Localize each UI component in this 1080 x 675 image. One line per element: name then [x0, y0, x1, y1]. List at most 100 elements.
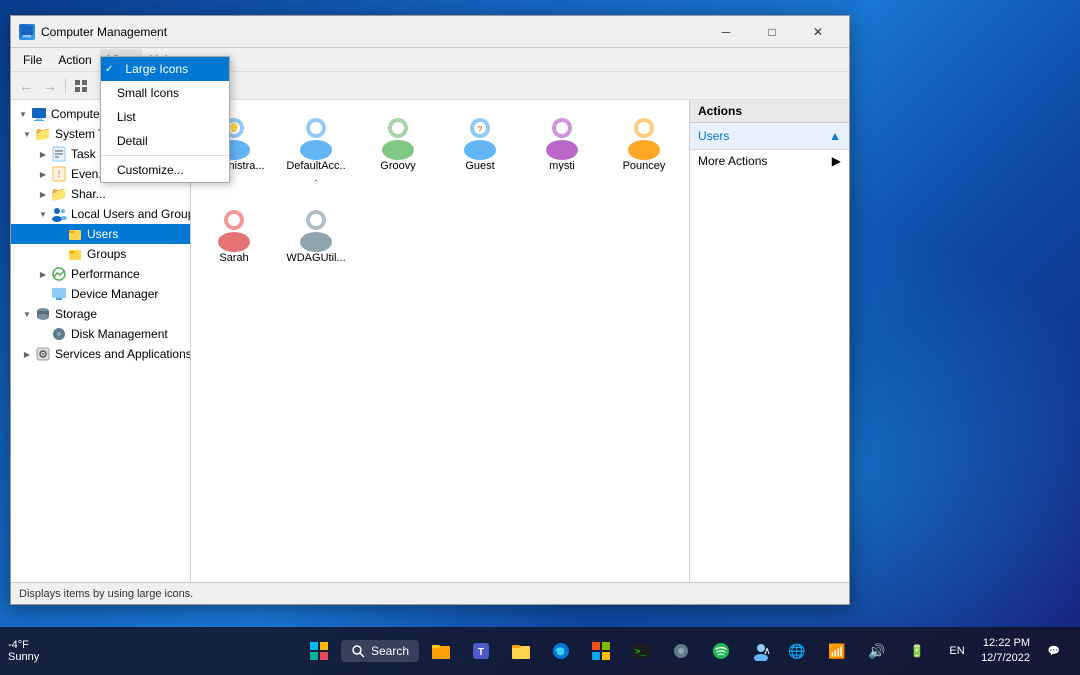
- sidebar-label-services-apps: Services and Applications: [55, 347, 191, 361]
- user-label-wdagutil: WDAGUtil...: [286, 252, 345, 264]
- expand-icon: ▼: [35, 206, 51, 222]
- large-icons-label: Large Icons: [125, 62, 188, 76]
- user-item-pouncey[interactable]: Pouncey: [609, 108, 679, 188]
- expand-icon: ▶: [35, 266, 51, 282]
- status-text: Displays items by using large icons.: [19, 588, 193, 600]
- sidebar-label-performance: Performance: [71, 267, 140, 281]
- services-icon: [35, 346, 51, 362]
- window-icon: [19, 24, 35, 40]
- performance-icon: [51, 266, 67, 282]
- expand-icon: ▼: [15, 106, 31, 122]
- list-label: List: [117, 110, 136, 124]
- settings-button[interactable]: [663, 633, 699, 669]
- user-item-mysti[interactable]: mysti: [527, 108, 597, 188]
- groups-folder-icon: [67, 246, 83, 262]
- user-item-defaultacc[interactable]: DefaultAcc...: [281, 108, 351, 188]
- clock-time: 12:22 PM: [981, 636, 1030, 651]
- user-label-pouncey: Pouncey: [623, 160, 666, 172]
- start-button[interactable]: [301, 633, 337, 669]
- weather-condition: Sunny: [8, 651, 39, 663]
- device-manager-icon: [51, 286, 67, 302]
- network-icon[interactable]: 🌐: [779, 633, 815, 669]
- taskbar-right: ∧ 🌐 📶 🔊 🔋 EN 12:22 PM 12/7/2022 💬: [759, 633, 1072, 669]
- sidebar-label-users: Users: [87, 227, 118, 241]
- sidebar-label-local-users-groups: Local Users and Groups: [71, 207, 191, 221]
- teams-button[interactable]: T: [463, 633, 499, 669]
- lang-label: EN: [949, 645, 964, 657]
- folder-icon: 📁: [35, 126, 51, 142]
- content-pane: Administra... DefaultAcc...: [191, 100, 689, 582]
- terminal-button[interactable]: >_: [623, 633, 659, 669]
- actions-header: Actions: [690, 100, 849, 123]
- sidebar-item-shared-folders[interactable]: ▶ 📁 Shar...: [11, 184, 190, 204]
- back-button[interactable]: ←: [15, 75, 37, 97]
- weather-temp: -4°F: [8, 639, 39, 651]
- sidebar-item-disk-management[interactable]: Disk Management: [11, 324, 190, 344]
- svg-text:?: ?: [478, 125, 483, 134]
- small-icons-label: Small Icons: [117, 86, 179, 100]
- sidebar-item-local-users-groups[interactable]: ▼ Local Users and Groups: [11, 204, 190, 224]
- user-icon-groovy: [374, 112, 422, 160]
- user-icon-guest: ?: [456, 112, 504, 160]
- store-button[interactable]: [583, 633, 619, 669]
- menu-separator: [101, 155, 229, 156]
- taskbar-left: -4°F Sunny: [8, 639, 47, 663]
- sidebar-label-disk-management: Disk Management: [71, 327, 168, 341]
- window-title: Computer Management: [41, 25, 703, 39]
- actions-panel: Actions Users ▲ More Actions ▶: [689, 100, 849, 582]
- expand-icon: ▶: [35, 146, 51, 162]
- user-item-guest[interactable]: ? Guest: [445, 108, 515, 188]
- file-explorer-button[interactable]: [423, 633, 459, 669]
- menu-action[interactable]: Action: [50, 49, 99, 71]
- actions-more-actions[interactable]: More Actions ▶: [690, 150, 849, 172]
- user-item-wdagutil[interactable]: WDAGUtil...: [281, 200, 351, 268]
- lang-indicator[interactable]: EN: [939, 633, 975, 669]
- forward-button[interactable]: →: [39, 75, 61, 97]
- expand-icon: [35, 326, 51, 342]
- actions-sub-header: Users ▲: [690, 123, 849, 150]
- user-item-groovy[interactable]: Groovy: [363, 108, 433, 188]
- menu-list[interactable]: List: [101, 105, 229, 129]
- sidebar-label-shared-folders: Shar...: [71, 187, 106, 201]
- event-icon: !: [51, 166, 67, 182]
- expand-icon: [51, 246, 67, 262]
- wifi-icon[interactable]: 📶: [819, 633, 855, 669]
- menu-small-icons[interactable]: Small Icons: [101, 81, 229, 105]
- statusbar: Displays items by using large icons.: [11, 582, 849, 604]
- spotify-button[interactable]: [703, 633, 739, 669]
- taskbar-clock[interactable]: 12:22 PM 12/7/2022: [981, 636, 1030, 667]
- users-group-icon: [51, 206, 67, 222]
- minimize-button[interactable]: ─: [703, 16, 749, 48]
- sidebar-item-device-manager[interactable]: Device Manager: [11, 284, 190, 304]
- search-bar[interactable]: Search: [341, 640, 419, 662]
- battery-icon[interactable]: 🔋: [899, 633, 935, 669]
- sidebar-item-users[interactable]: Users: [11, 224, 190, 244]
- sidebar-item-performance[interactable]: ▶ Performance: [11, 264, 190, 284]
- expand-icon: ▶: [35, 186, 51, 202]
- menu-file[interactable]: File: [15, 49, 50, 71]
- sidebar-item-services-apps[interactable]: ▶ Services and Applications: [11, 344, 190, 364]
- close-button[interactable]: ✕: [795, 16, 841, 48]
- user-label-groovy: Groovy: [380, 160, 415, 172]
- titlebar: Computer Management ─ □ ✕: [11, 16, 849, 48]
- search-icon: [351, 644, 365, 658]
- menu-large-icons[interactable]: Large Icons: [101, 57, 229, 81]
- show-hide-button[interactable]: [70, 75, 92, 97]
- sidebar-item-groups[interactable]: Groups: [11, 244, 190, 264]
- svg-text:T: T: [478, 647, 484, 658]
- maximize-button[interactable]: □: [749, 16, 795, 48]
- folder-button[interactable]: [503, 633, 539, 669]
- sidebar-item-storage[interactable]: ▼ Storage: [11, 304, 190, 324]
- menu-customize[interactable]: Customize...: [101, 158, 229, 182]
- user-button[interactable]: [743, 633, 779, 669]
- shared-folder-icon: 📁: [51, 186, 67, 202]
- users-folder-icon: [67, 226, 83, 242]
- storage-icon: [35, 306, 51, 322]
- taskbar-center: Search T: [301, 633, 779, 669]
- user-item-sarah[interactable]: Sarah: [199, 200, 269, 268]
- menu-detail[interactable]: Detail: [101, 129, 229, 153]
- taskbar: -4°F Sunny Search: [0, 627, 1080, 675]
- edge-button[interactable]: [543, 633, 579, 669]
- notification-button[interactable]: 💬: [1036, 633, 1072, 669]
- volume-icon[interactable]: 🔊: [859, 633, 895, 669]
